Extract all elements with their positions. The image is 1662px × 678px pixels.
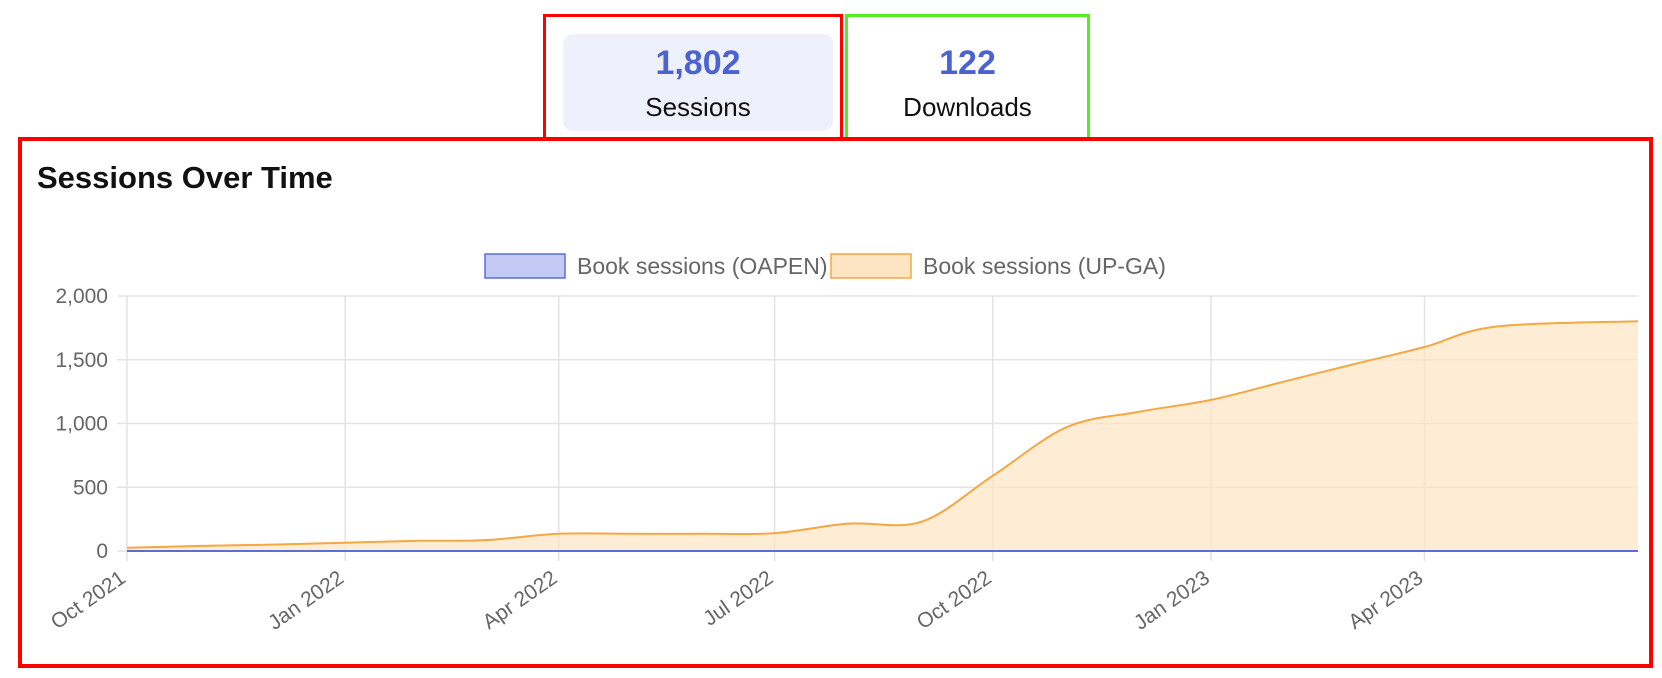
- x-tick-label: Oct 2021: [47, 566, 130, 634]
- y-tick-label: 1,500: [55, 349, 108, 372]
- y-tick-label: 500: [73, 476, 108, 499]
- chart-legend[interactable]: Book sessions (OAPEN) Book sessions (UP-G…: [484, 253, 1166, 279]
- x-tick-label: Jul 2022: [699, 566, 777, 630]
- legend-label-0: Book sessions (OAPEN): [577, 253, 828, 279]
- x-tick-label: Oct 2022: [913, 566, 996, 634]
- y-tick-label: 1,000: [55, 413, 108, 436]
- series-area-1: [127, 321, 1638, 551]
- x-tick-label: Jan 2023: [1130, 566, 1214, 634]
- x-tick-label: Apr 2023: [1344, 566, 1427, 634]
- legend-swatch-0: [484, 253, 566, 279]
- legend-label-1: Book sessions (UP-GA): [923, 253, 1166, 279]
- y-tick-label: 0: [96, 540, 108, 563]
- sessions-chart: 0 500 1,000 1,500 2,000 Oct 2021 Jan 2022 Apr …: [47, 253, 1639, 635]
- x-axis-ticks: Oct 2021 Jan 2022 Apr 2022 Jul 2022 Oct 2022…: [47, 566, 1428, 634]
- y-axis-ticks: 0 500 1,000 1,500 2,000: [55, 285, 108, 563]
- legend-swatch-1: [830, 253, 912, 279]
- x-tick-label: Jan 2022: [264, 566, 348, 634]
- y-tick-label: 2,000: [55, 285, 108, 308]
- x-tick-label: Apr 2022: [479, 566, 562, 634]
- chart-areas: [126, 320, 1639, 553]
